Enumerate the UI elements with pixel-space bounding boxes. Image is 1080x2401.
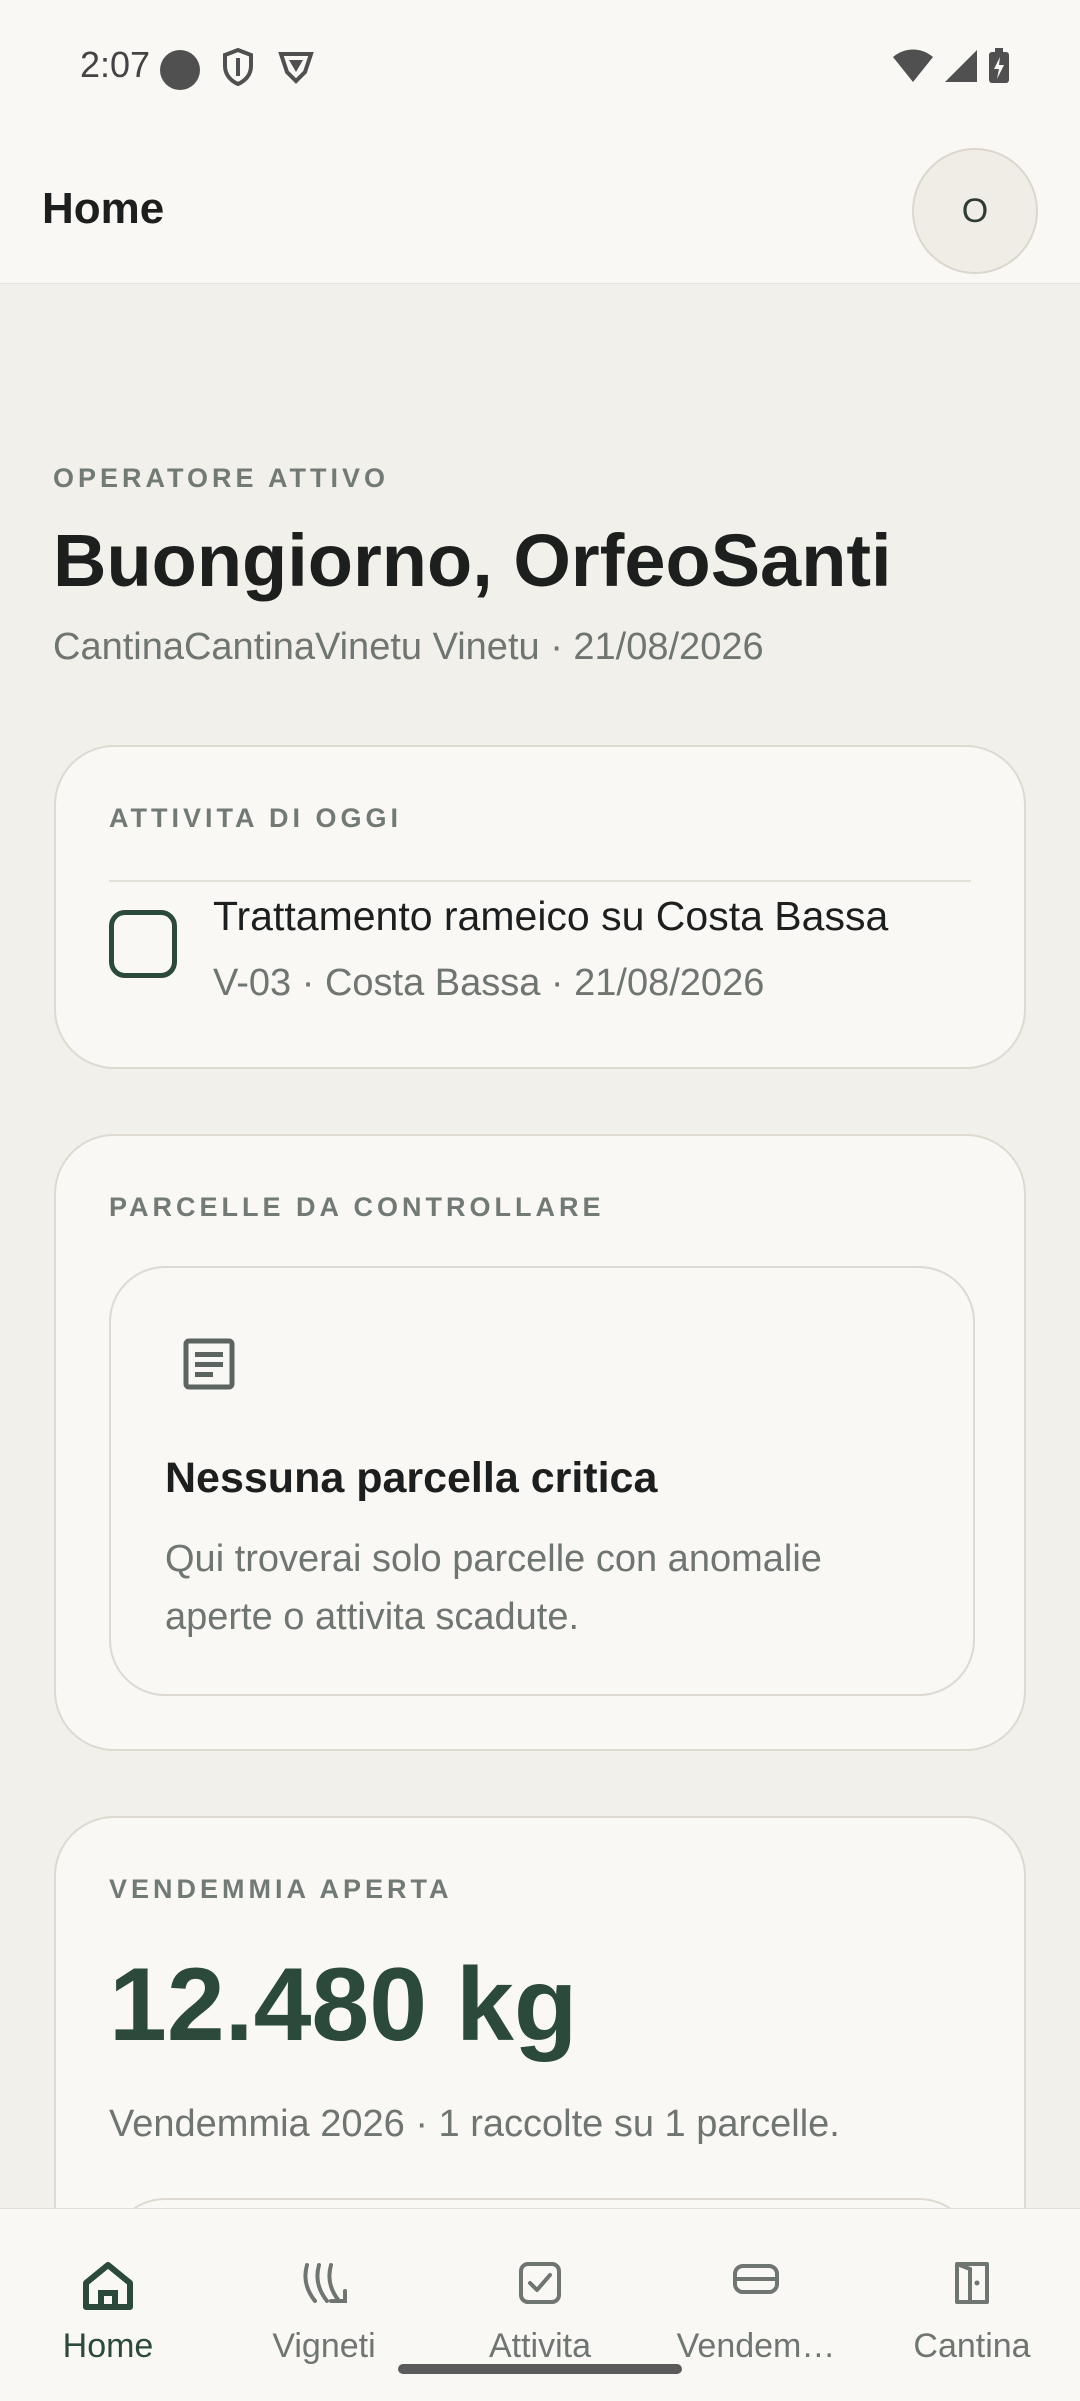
- task-check-icon: [519, 2262, 561, 2304]
- page-title: Home: [42, 184, 165, 233]
- nav-home[interactable]: Home: [0, 2209, 216, 2401]
- parcels-heading: PARCELLE DA CONTROLLARE: [109, 1192, 605, 1222]
- nav-attivita-label: Attivita: [488, 2327, 592, 2365]
- gesture-home-indicator[interactable]: [398, 2364, 682, 2374]
- avatar[interactable]: O: [912, 148, 1038, 274]
- status-bar: 2:07: [0, 0, 1080, 136]
- vineyard-icon: [303, 2263, 347, 2303]
- notification-dot-icon: [160, 50, 200, 90]
- signal-icon: [945, 50, 977, 82]
- wifi-icon: [893, 49, 933, 82]
- nav-home-label: Home: [62, 2327, 154, 2365]
- shield-icon: [223, 48, 253, 86]
- harvest-heading: VENDEMMIA APERTA: [109, 1874, 453, 1904]
- home-icon: [83, 2262, 133, 2310]
- greeting-title: Buongiorno, OrfeoSanti: [53, 519, 892, 602]
- nav-vigneti-label: Vigneti: [272, 2327, 376, 2365]
- operator-eyebrow: OPERATORE ATTIVO: [53, 463, 390, 493]
- parcels-to-check-card: PARCELLE DA CONTROLLARE Nessuna parcella…: [54, 1134, 1026, 1751]
- nav-vendemmia-label: Vendem…: [676, 2327, 836, 2365]
- harvest-detail-box: [109, 2198, 975, 2208]
- divider: [109, 880, 971, 882]
- winery-date-subtitle: CantinaCantinaVinetu Vinetu · 21/08/2026: [53, 626, 764, 668]
- document-icon: [183, 1338, 235, 1390]
- task-title: Trattamento rameico su Costa Bassa: [213, 893, 889, 939]
- harvest-crate-icon: [733, 2264, 779, 2294]
- task-meta: V-03 · Costa Bassa · 21/08/2026: [213, 962, 765, 1004]
- harvest-subtitle: Vendemmia 2026 · 1 raccolte su 1 parcell…: [109, 2103, 840, 2145]
- home-content[interactable]: OPERATORE ATTIVO Buongiorno, OrfeoSanti …: [0, 283, 1080, 2208]
- app-bar: Home O: [0, 136, 1080, 284]
- avatar-initial: O: [961, 191, 989, 230]
- today-tasks-heading: ATTIVITA DI OGGI: [109, 803, 402, 833]
- nav-cantina[interactable]: Cantina: [864, 2209, 1080, 2401]
- cellar-door-icon: [955, 2262, 989, 2304]
- nav-cantina-label: Cantina: [913, 2327, 1031, 2365]
- battery-icon: [989, 48, 1009, 83]
- status-time: 2:07: [80, 44, 151, 85]
- empty-state-text: Qui troverai solo parcelle con anomalie …: [165, 1538, 822, 1638]
- harvest-total-weight: 12.480 kg: [109, 1947, 578, 2063]
- vpn-shield-icon: [278, 52, 314, 84]
- today-tasks-card: ATTIVITA DI OGGI Trattamento rameico su …: [54, 745, 1026, 1069]
- status-indicators: [892, 48, 1010, 84]
- open-harvest-card[interactable]: VENDEMMIA APERTA 12.480 kg Vendemmia 202…: [54, 1816, 1026, 2208]
- task-checkbox[interactable]: [109, 910, 177, 978]
- empty-state: Nessuna parcella critica Qui troverai so…: [109, 1266, 975, 1696]
- empty-state-title: Nessuna parcella critica: [165, 1454, 658, 1502]
